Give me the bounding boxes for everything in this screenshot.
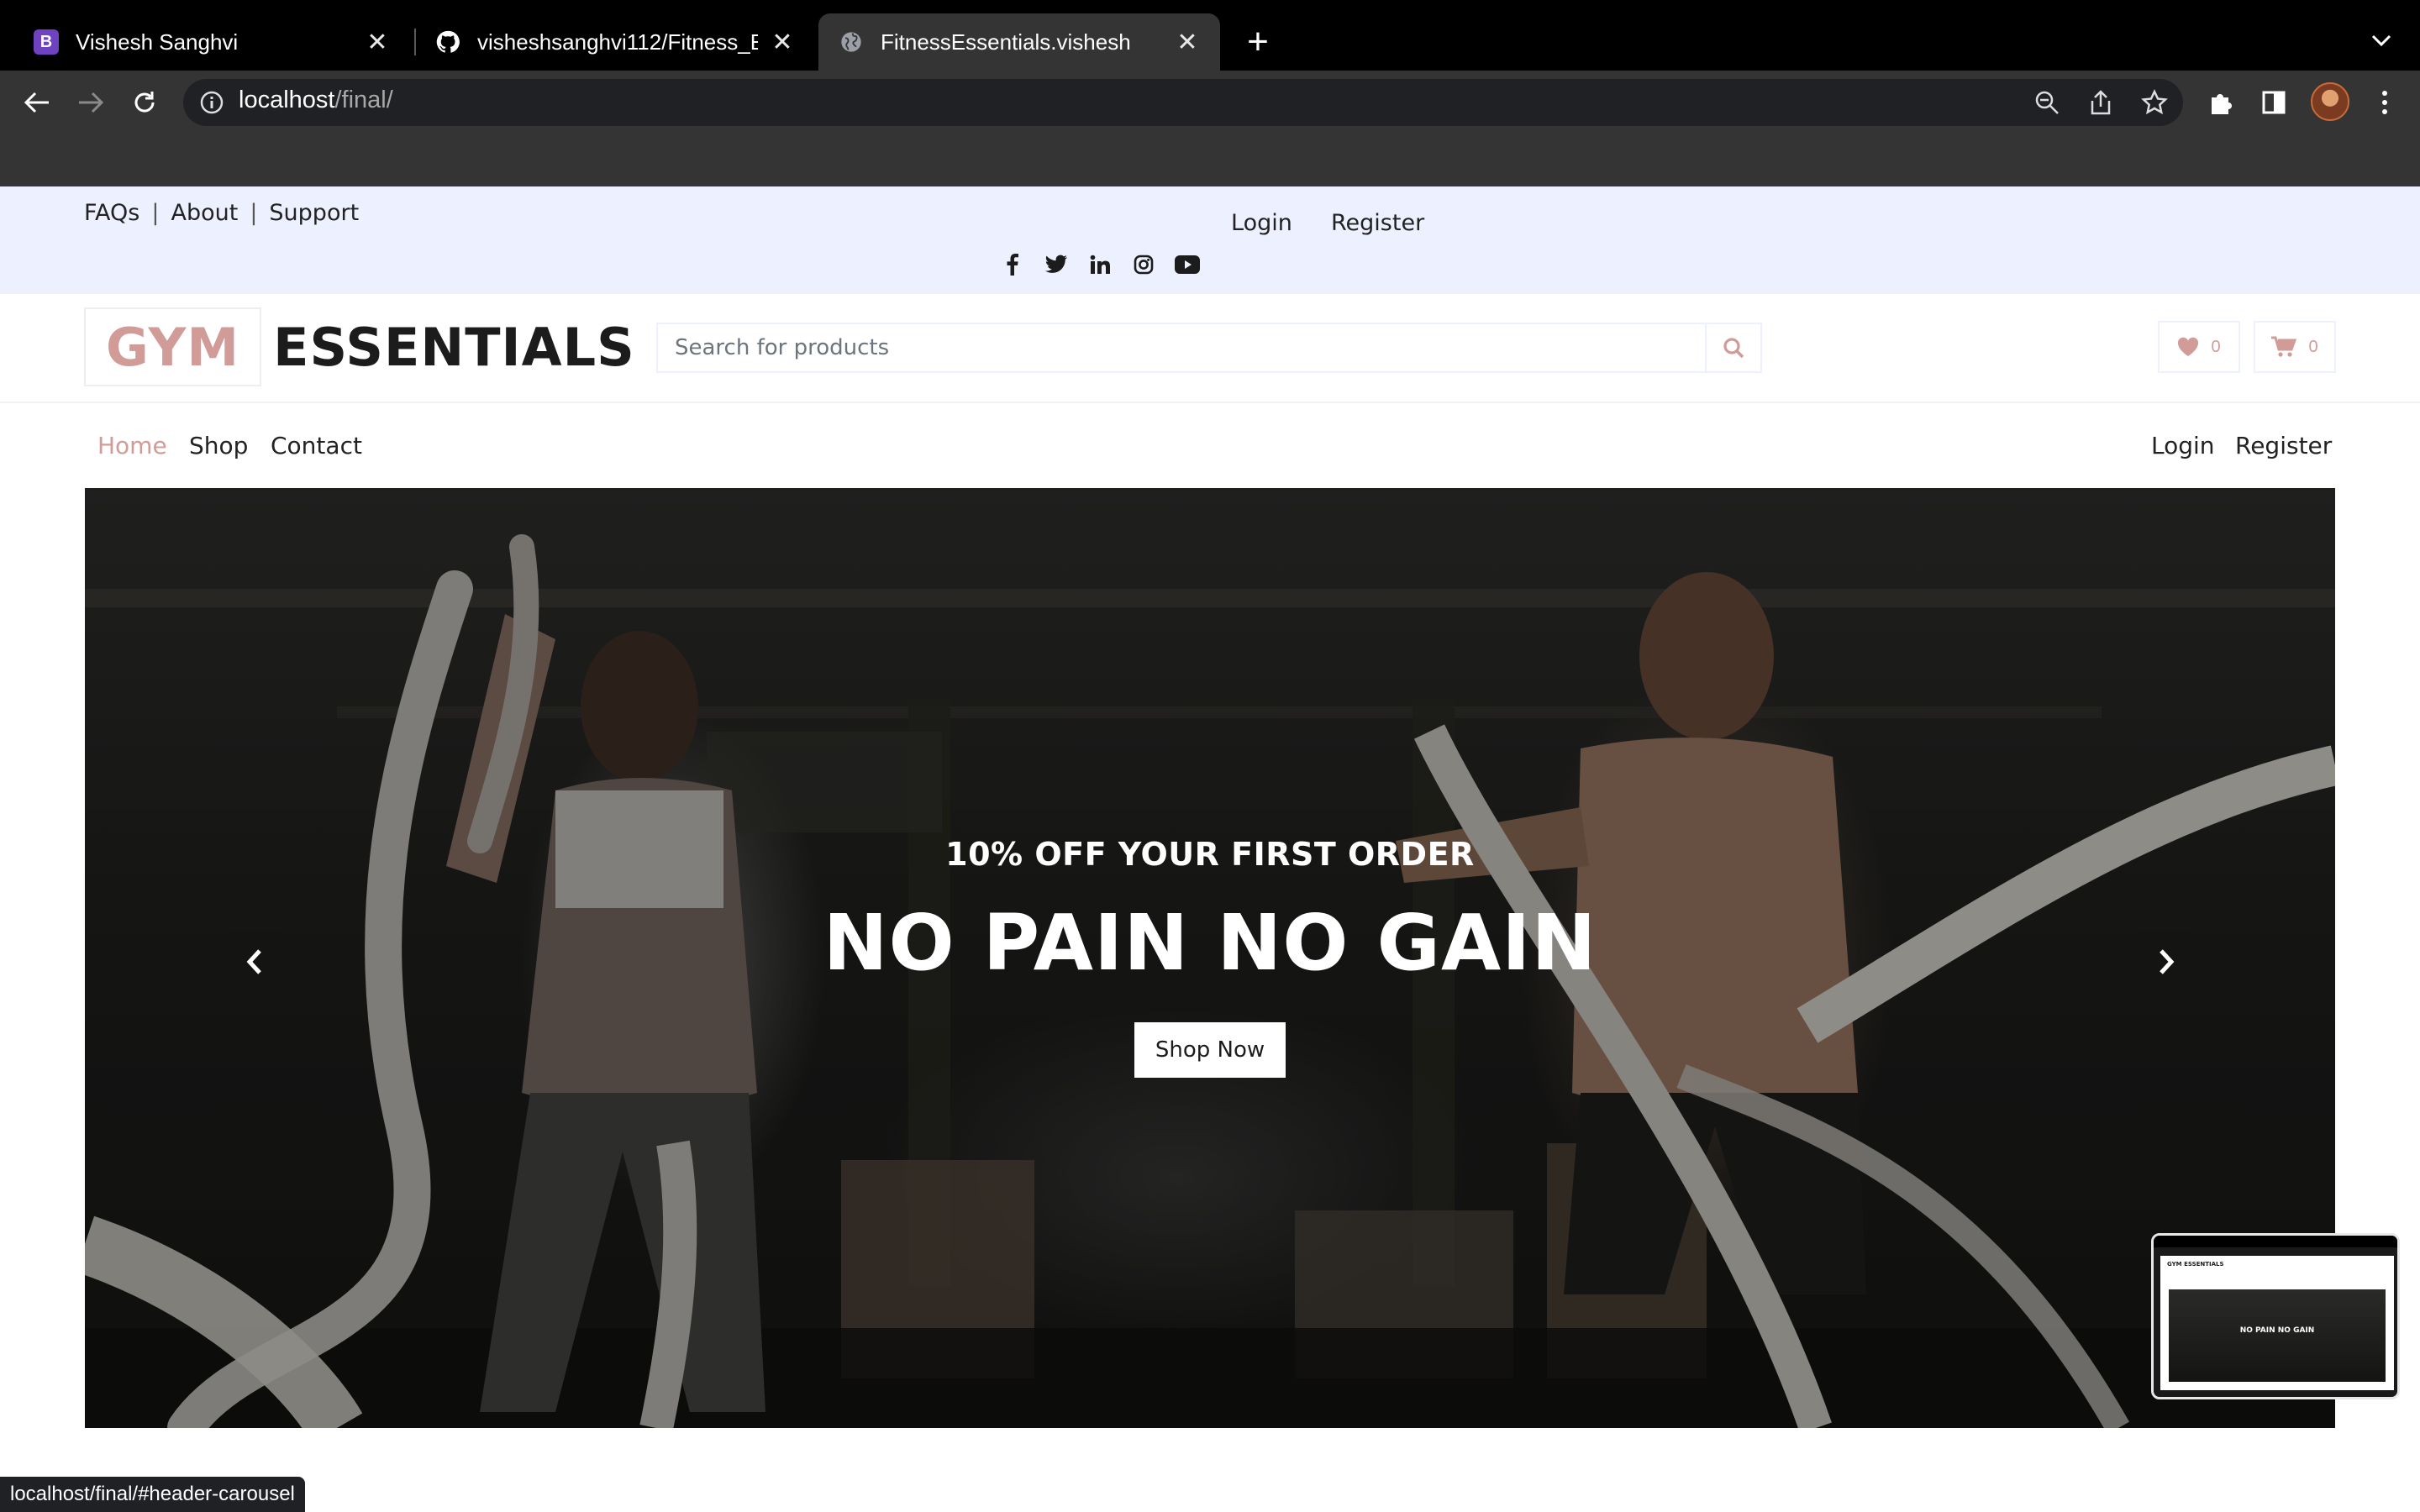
header-carousel: 10% OFF YOUR FIRST ORDER NO PAIN NO GAIN… bbox=[85, 488, 2335, 1428]
chevron-right-icon bbox=[2160, 949, 2175, 974]
wishlist-count: 0 bbox=[2211, 337, 2221, 356]
search-input[interactable] bbox=[658, 324, 1705, 371]
profile-avatar[interactable] bbox=[2311, 82, 2349, 121]
close-icon[interactable]: ✕ bbox=[770, 29, 795, 56]
youtube-icon[interactable] bbox=[1175, 252, 1200, 277]
cart-count: 0 bbox=[2308, 337, 2318, 356]
link-status-bar: localhost/final/#header-carousel bbox=[0, 1477, 305, 1512]
close-icon[interactable]: ✕ bbox=[1175, 29, 1200, 56]
header-divider bbox=[0, 402, 2420, 403]
shop-now-button[interactable]: Shop Now bbox=[1134, 1022, 1286, 1078]
nav-register[interactable]: Register bbox=[2235, 432, 2332, 459]
url-host: localhost bbox=[239, 87, 335, 113]
instagram-icon[interactable] bbox=[1131, 252, 1156, 277]
address-url[interactable]: localhost/final/ bbox=[239, 87, 393, 114]
close-icon[interactable]: ✕ bbox=[365, 29, 390, 56]
linkedin-icon[interactable] bbox=[1087, 252, 1113, 277]
bootstrap-favicon-icon: B bbox=[34, 29, 59, 55]
search-icon bbox=[1723, 338, 1744, 359]
chevron-down-icon[interactable] bbox=[2365, 24, 2398, 57]
back-arrow-icon[interactable] bbox=[18, 84, 55, 121]
social-links bbox=[1000, 252, 1200, 277]
thumbnail-hero-title: NO PAIN NO GAIN bbox=[2239, 1326, 2315, 1335]
address-bar[interactable] bbox=[183, 79, 2183, 126]
search-form bbox=[656, 323, 1762, 373]
chevron-left-icon bbox=[246, 949, 261, 974]
shopping-cart-icon bbox=[2271, 336, 2297, 357]
browser-tab-github[interactable]: visheshsanghvi112/Fitness_Ess ✕ bbox=[415, 13, 815, 71]
screenshot-thumbnail[interactable]: GYM ESSENTIALS NO PAIN NO GAIN bbox=[2151, 1233, 2400, 1399]
top-login-link[interactable]: Login bbox=[1231, 210, 1292, 236]
bookmark-star-icon[interactable] bbox=[2136, 84, 2173, 121]
nav-shop[interactable]: Shop bbox=[189, 432, 248, 459]
thumbnail-page: GYM ESSENTIALS NO PAIN NO GAIN bbox=[2160, 1256, 2394, 1390]
facebook-icon[interactable] bbox=[1000, 252, 1025, 277]
tab-title: visheshsanghvi112/Fitness_Ess bbox=[477, 29, 758, 55]
new-tab-plus-icon[interactable]: + bbox=[1239, 20, 1276, 64]
nav-login[interactable]: Login bbox=[2151, 432, 2215, 459]
top-register-link[interactable]: Register bbox=[1331, 210, 1424, 236]
top-links: FAQs | About | Support bbox=[84, 200, 359, 226]
link-separator: | bbox=[250, 200, 258, 226]
info-icon[interactable] bbox=[198, 89, 225, 116]
forward-arrow-icon[interactable] bbox=[72, 84, 109, 121]
browser-tab-vishesh-sanghvi[interactable]: B Vishesh Sanghvi ✕ bbox=[13, 13, 410, 71]
side-panel-icon[interactable] bbox=[2255, 84, 2292, 121]
more-menu-icon[interactable] bbox=[2366, 84, 2403, 121]
logo-essentials: ESSENTIALS bbox=[273, 316, 635, 378]
globe-icon bbox=[839, 29, 864, 55]
tab-title: Vishesh Sanghvi bbox=[76, 29, 239, 55]
cart-button[interactable]: 0 bbox=[2254, 321, 2336, 373]
carousel-prev-button[interactable] bbox=[224, 932, 285, 992]
nav-contact[interactable]: Contact bbox=[271, 432, 362, 459]
carousel-next-button[interactable] bbox=[2136, 932, 2196, 992]
thumbnail-logo: GYM ESSENTIALS bbox=[2167, 1261, 2224, 1268]
url-path: /final/ bbox=[334, 87, 393, 113]
hero-subtitle: 10% OFF YOUR FIRST ORDER bbox=[945, 836, 1475, 873]
about-link[interactable]: About bbox=[171, 200, 238, 226]
thumbnail-tabbar bbox=[2154, 1236, 2397, 1247]
faqs-link[interactable]: FAQs bbox=[84, 200, 139, 226]
nav-home[interactable]: Home bbox=[97, 432, 167, 459]
zoom-icon[interactable] bbox=[2028, 84, 2065, 121]
support-link[interactable]: Support bbox=[269, 200, 359, 226]
thumbnail-hero: NO PAIN NO GAIN bbox=[2169, 1289, 2386, 1382]
wishlist-button[interactable]: 0 bbox=[2158, 321, 2240, 373]
extensions-puzzle-icon[interactable] bbox=[2202, 84, 2238, 121]
tab-title: FitnessEssentials.vishesh bbox=[881, 29, 1131, 55]
twitter-icon[interactable] bbox=[1044, 252, 1069, 277]
search-button[interactable] bbox=[1705, 324, 1760, 371]
reload-icon[interactable] bbox=[126, 84, 163, 121]
heart-icon bbox=[2178, 337, 2199, 356]
github-icon bbox=[435, 29, 460, 55]
share-icon[interactable] bbox=[2082, 84, 2119, 121]
browser-tab-fitness-essentials[interactable]: FitnessEssentials.vishesh ✕ bbox=[818, 13, 1220, 71]
top-info-bar bbox=[0, 186, 2420, 294]
site-logo[interactable]: GYM ESSENTIALS bbox=[84, 307, 635, 386]
link-separator: | bbox=[151, 200, 160, 226]
logo-gym: GYM bbox=[84, 307, 262, 386]
hero-title: NO PAIN NO GAIN bbox=[823, 898, 1597, 988]
